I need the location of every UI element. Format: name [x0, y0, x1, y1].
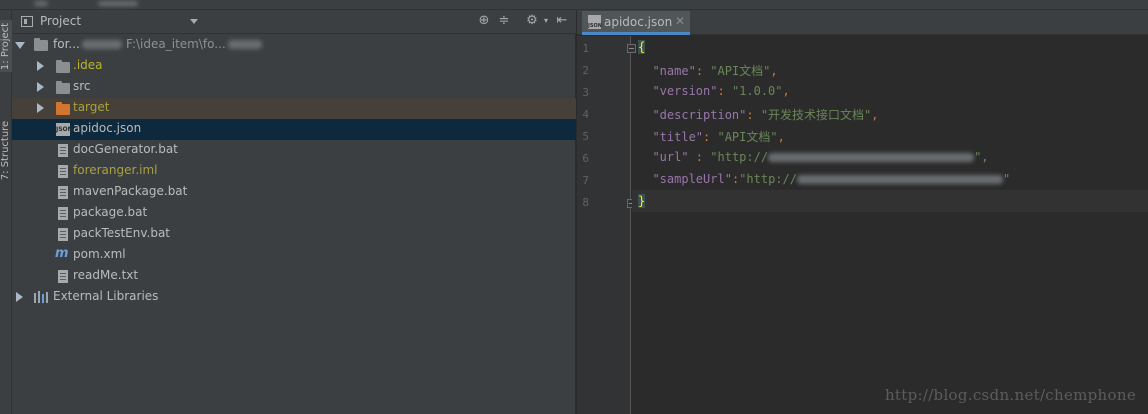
- tree-item-label: pom.xml: [73, 247, 126, 261]
- tree-item-label: readMe.txt: [73, 268, 139, 282]
- line-number: 4: [582, 108, 589, 121]
- line-number: 1: [582, 42, 589, 55]
- line-number-gutter: 1 2 3 4 5 6 7 8: [577, 36, 636, 414]
- redacted-text: [796, 175, 1003, 184]
- tree-item-packtestenv[interactable]: packTestEnv.bat: [12, 224, 576, 245]
- tree-item-label: packTestEnv.bat: [73, 226, 170, 240]
- line-number: 2: [582, 64, 589, 77]
- structure-tab-label: 7: Structure: [0, 120, 12, 180]
- code-line-2: "name": "API文档",: [652, 64, 778, 78]
- title-bar-fragment: [34, 1, 48, 6]
- title-bar: [0, 0, 1148, 10]
- expand-arrow-icon[interactable]: [16, 292, 23, 302]
- tree-item-label: target: [73, 100, 110, 114]
- caret-line-highlight: [632, 190, 1148, 212]
- folder-icon: [56, 60, 70, 73]
- code-line-6: "url" : "http://",: [652, 150, 989, 164]
- text-file-icon: [58, 144, 68, 157]
- library-icon: [34, 291, 48, 303]
- line-number: 5: [582, 130, 589, 143]
- tree-item-label: .idea: [73, 58, 103, 72]
- module-folder-icon: [34, 38, 48, 51]
- tree-item-mavenpackage[interactable]: mavenPackage.bat: [12, 182, 576, 203]
- code-area[interactable]: { "name": "API文档", "version": "1.0.0", "…: [632, 36, 1148, 414]
- hide-panel-icon[interactable]: ⇤: [554, 13, 570, 29]
- tree-item-docgenerator[interactable]: docGenerator.bat: [12, 140, 576, 161]
- tree-item-label: foreranger.iml: [73, 163, 158, 177]
- code-line-8: }: [638, 194, 646, 208]
- tree-item-package[interactable]: package.bat: [12, 203, 576, 224]
- chevron-down-icon[interactable]: [190, 19, 198, 24]
- tree-item-label: package.bat: [73, 205, 148, 219]
- excluded-folder-icon: [56, 102, 70, 115]
- line-number: 8: [582, 196, 589, 209]
- folder-icon: [56, 81, 70, 94]
- tree-item-label: External Libraries: [53, 289, 159, 303]
- tree-item-target[interactable]: target: [12, 98, 576, 119]
- tree-item-label: docGenerator.bat: [73, 142, 178, 156]
- expand-arrow-icon[interactable]: [37, 61, 44, 71]
- tool-window-tab-structure[interactable]: 7: Structure: [0, 110, 12, 190]
- tree-root[interactable]: for... F:\idea_item\fo...: [12, 35, 576, 56]
- redacted-text: [768, 153, 975, 162]
- code-line-7: "sampleUrl":"http://": [652, 172, 1011, 186]
- expand-arrow-icon[interactable]: [37, 82, 44, 92]
- ide-window: 1: Project 7: Structure Project ⊕ ≑ ⚙ ▾ …: [0, 0, 1148, 414]
- code-line-5: "title": "API文档",: [652, 130, 785, 144]
- code-line-1: {: [638, 40, 646, 54]
- left-tool-strip: 1: Project 7: Structure: [0, 10, 12, 414]
- tool-window-tab-project[interactable]: 1: Project: [0, 20, 12, 72]
- tree-item-pom-xml[interactable]: m pom.xml: [12, 245, 576, 266]
- project-panel-title[interactable]: Project: [40, 14, 81, 28]
- tree-item-label: mavenPackage.bat: [73, 184, 188, 198]
- tree-item-foreranger-iml[interactable]: foreranger.iml: [12, 161, 576, 182]
- editor-tab-bar: JSON apidoc.json ✕: [577, 10, 1148, 35]
- tab-apidoc-json[interactable]: JSON apidoc.json ✕: [582, 11, 690, 35]
- project-view-icon: [21, 16, 33, 27]
- text-file-icon: [58, 228, 68, 241]
- tree-item-external-libraries[interactable]: External Libraries: [12, 287, 576, 308]
- tree-item-label: apidoc.json: [73, 121, 142, 135]
- text-file-icon: [58, 186, 68, 199]
- locate-icon[interactable]: ⊕: [476, 13, 492, 29]
- json-file-icon: JSON: [56, 123, 73, 136]
- project-tab-label: 1: Project: [0, 22, 12, 70]
- expand-arrow-icon[interactable]: [37, 103, 44, 113]
- json-file-icon: JSON: [588, 15, 602, 29]
- root-name: for...: [53, 37, 122, 51]
- tab-label: apidoc.json: [604, 15, 673, 29]
- title-bar-fragment: [98, 1, 138, 6]
- collapse-all-icon[interactable]: ≑: [496, 13, 512, 29]
- tree-item-src[interactable]: src: [12, 77, 576, 98]
- project-panel-header: Project ⊕ ≑ ⚙ ▾ ⇤: [12, 10, 576, 34]
- tree-item-label: src: [73, 79, 91, 93]
- text-file-icon: [58, 207, 68, 220]
- module-file-icon: [58, 165, 68, 178]
- tree-item-idea[interactable]: .idea: [12, 56, 576, 77]
- tree-item-readme[interactable]: readMe.txt: [12, 266, 576, 287]
- code-line-4: "description": "开发技术接口文档",: [652, 108, 879, 122]
- project-panel: Project ⊕ ≑ ⚙ ▾ ⇤ for... F:\idea_item\fo…: [12, 10, 576, 414]
- root-path: F:\idea_item\fo...: [126, 37, 262, 51]
- maven-icon: m: [55, 246, 69, 261]
- tree-item-apidoc-json[interactable]: JSON apidoc.json: [12, 119, 576, 140]
- line-number: 3: [582, 86, 589, 99]
- close-icon[interactable]: ✕: [675, 14, 685, 28]
- code-line-3: "version": "1.0.0",: [652, 84, 790, 98]
- chevron-down-icon[interactable]: ▾: [538, 13, 554, 29]
- line-number: 7: [582, 174, 589, 187]
- expand-arrow-icon[interactable]: [15, 42, 25, 49]
- text-file-icon: [58, 270, 68, 283]
- line-number: 6: [582, 152, 589, 165]
- editor-pane: JSON apidoc.json ✕ 1 2 3 4 5 6 7 8 { "na…: [577, 10, 1148, 414]
- watermark: http://blog.csdn.net/chemphone: [884, 386, 1136, 404]
